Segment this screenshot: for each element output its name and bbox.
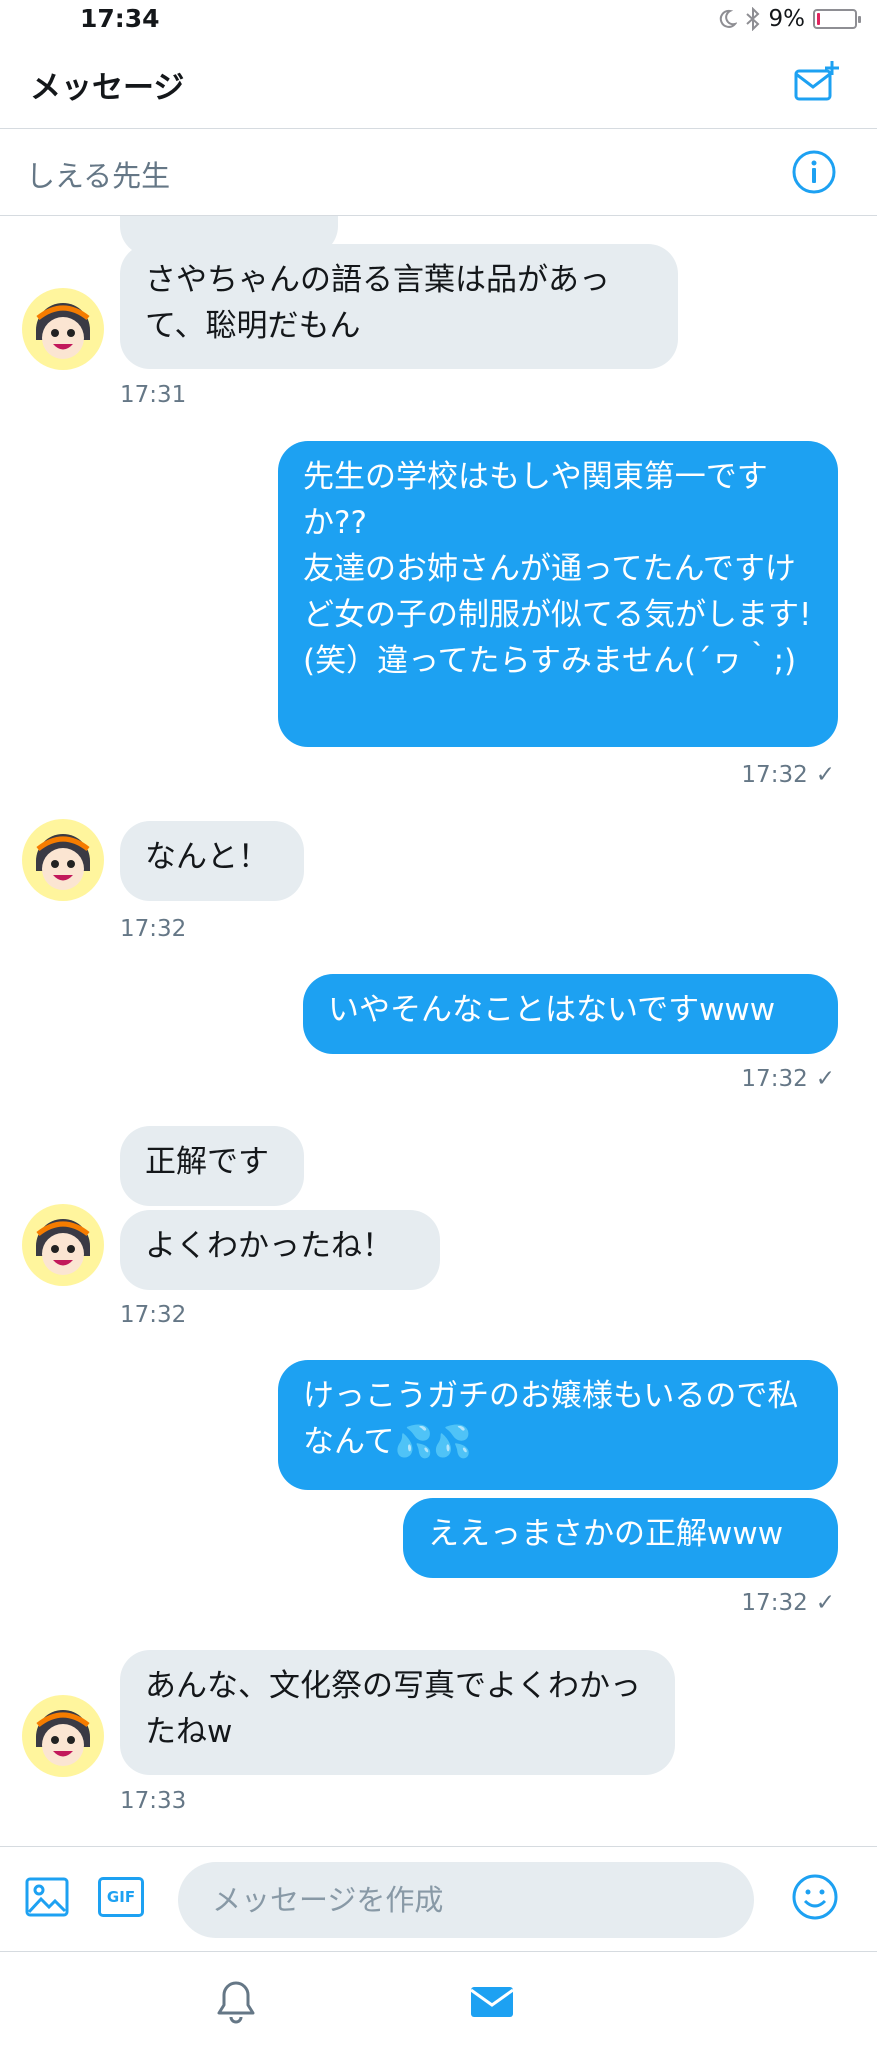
conversation-name: しえる先生 <box>26 159 171 193</box>
bluetooth-icon <box>745 7 759 31</box>
composer-bar: GIF <box>0 1846 877 1952</box>
avatar[interactable] <box>22 819 104 901</box>
message-input[interactable] <box>178 1862 754 1938</box>
page-title: メッセージ <box>30 70 185 106</box>
message-timestamp: 17:32 <box>120 1302 187 1328</box>
message-list[interactable]: さやちゃんの語る言葉は品があって、聡明だもん 17:31 先生の学校はもしや関東… <box>0 216 877 1846</box>
message-timestamp: 17:32 ✓ <box>741 1066 835 1092</box>
avatar-image <box>22 1204 104 1286</box>
message-bubble-outgoing[interactable]: ええっまさかの正解www <box>403 1498 838 1578</box>
battery-percent: 9% <box>768 6 806 32</box>
message-timestamp: 17:32 <box>120 916 187 942</box>
emoji-icon[interactable] <box>791 1873 839 1921</box>
message-timestamp: 17:31 <box>120 382 187 408</box>
notifications-bell-icon[interactable] <box>212 1978 260 2026</box>
message-bubble-outgoing[interactable]: 先生の学校はもしや関東第一ですか?? 友達のお姉さんが通ってたんですけど女の子の… <box>278 441 838 747</box>
battery-icon <box>813 9 861 29</box>
message-bubble-incoming[interactable]: あんな、文化祭の写真でよくわかったねw <box>120 1650 675 1775</box>
status-indicators: 9% <box>717 6 861 32</box>
message-bubble-incoming[interactable]: さやちゃんの語る言葉は品があって、聡明だもん <box>120 244 678 369</box>
gif-button[interactable]: GIF <box>98 1877 144 1917</box>
status-bar: 17:34 9% <box>0 0 877 42</box>
tab-bar <box>0 1951 877 2049</box>
messages-envelope-icon[interactable] <box>468 1978 516 2026</box>
avatar-image <box>22 819 104 901</box>
avatar-image <box>22 288 104 370</box>
avatar-image <box>22 1695 104 1777</box>
message-bubble-incoming[interactable]: 正解です <box>120 1126 304 1206</box>
message-timestamp: 17:33 <box>120 1788 187 1814</box>
avatar[interactable] <box>22 1204 104 1286</box>
compose-mail-icon[interactable] <box>791 58 841 108</box>
message-bubble-incoming[interactable]: なんと！ <box>120 821 304 901</box>
battery-level <box>817 13 820 25</box>
image-icon[interactable] <box>24 1874 70 1920</box>
message-bubble-incoming[interactable]: よくわかったね！ <box>120 1210 440 1290</box>
conversation-bar: しえる先生 <box>0 129 877 216</box>
message-timestamp: 17:32 ✓ <box>741 762 835 788</box>
moon-icon <box>719 9 737 28</box>
message-bubble-outgoing[interactable]: いやそんなことはないですwww <box>303 974 838 1054</box>
message-bubble-outgoing[interactable]: けっこうガチのお嬢様もいるので私なんて💦💦 <box>278 1360 838 1490</box>
avatar[interactable] <box>22 1695 104 1777</box>
header: メッセージ <box>0 42 877 129</box>
info-icon[interactable] <box>791 149 837 195</box>
avatar[interactable] <box>22 288 104 370</box>
message-timestamp: 17:32 ✓ <box>741 1590 835 1616</box>
status-time: 17:34 <box>80 4 160 33</box>
